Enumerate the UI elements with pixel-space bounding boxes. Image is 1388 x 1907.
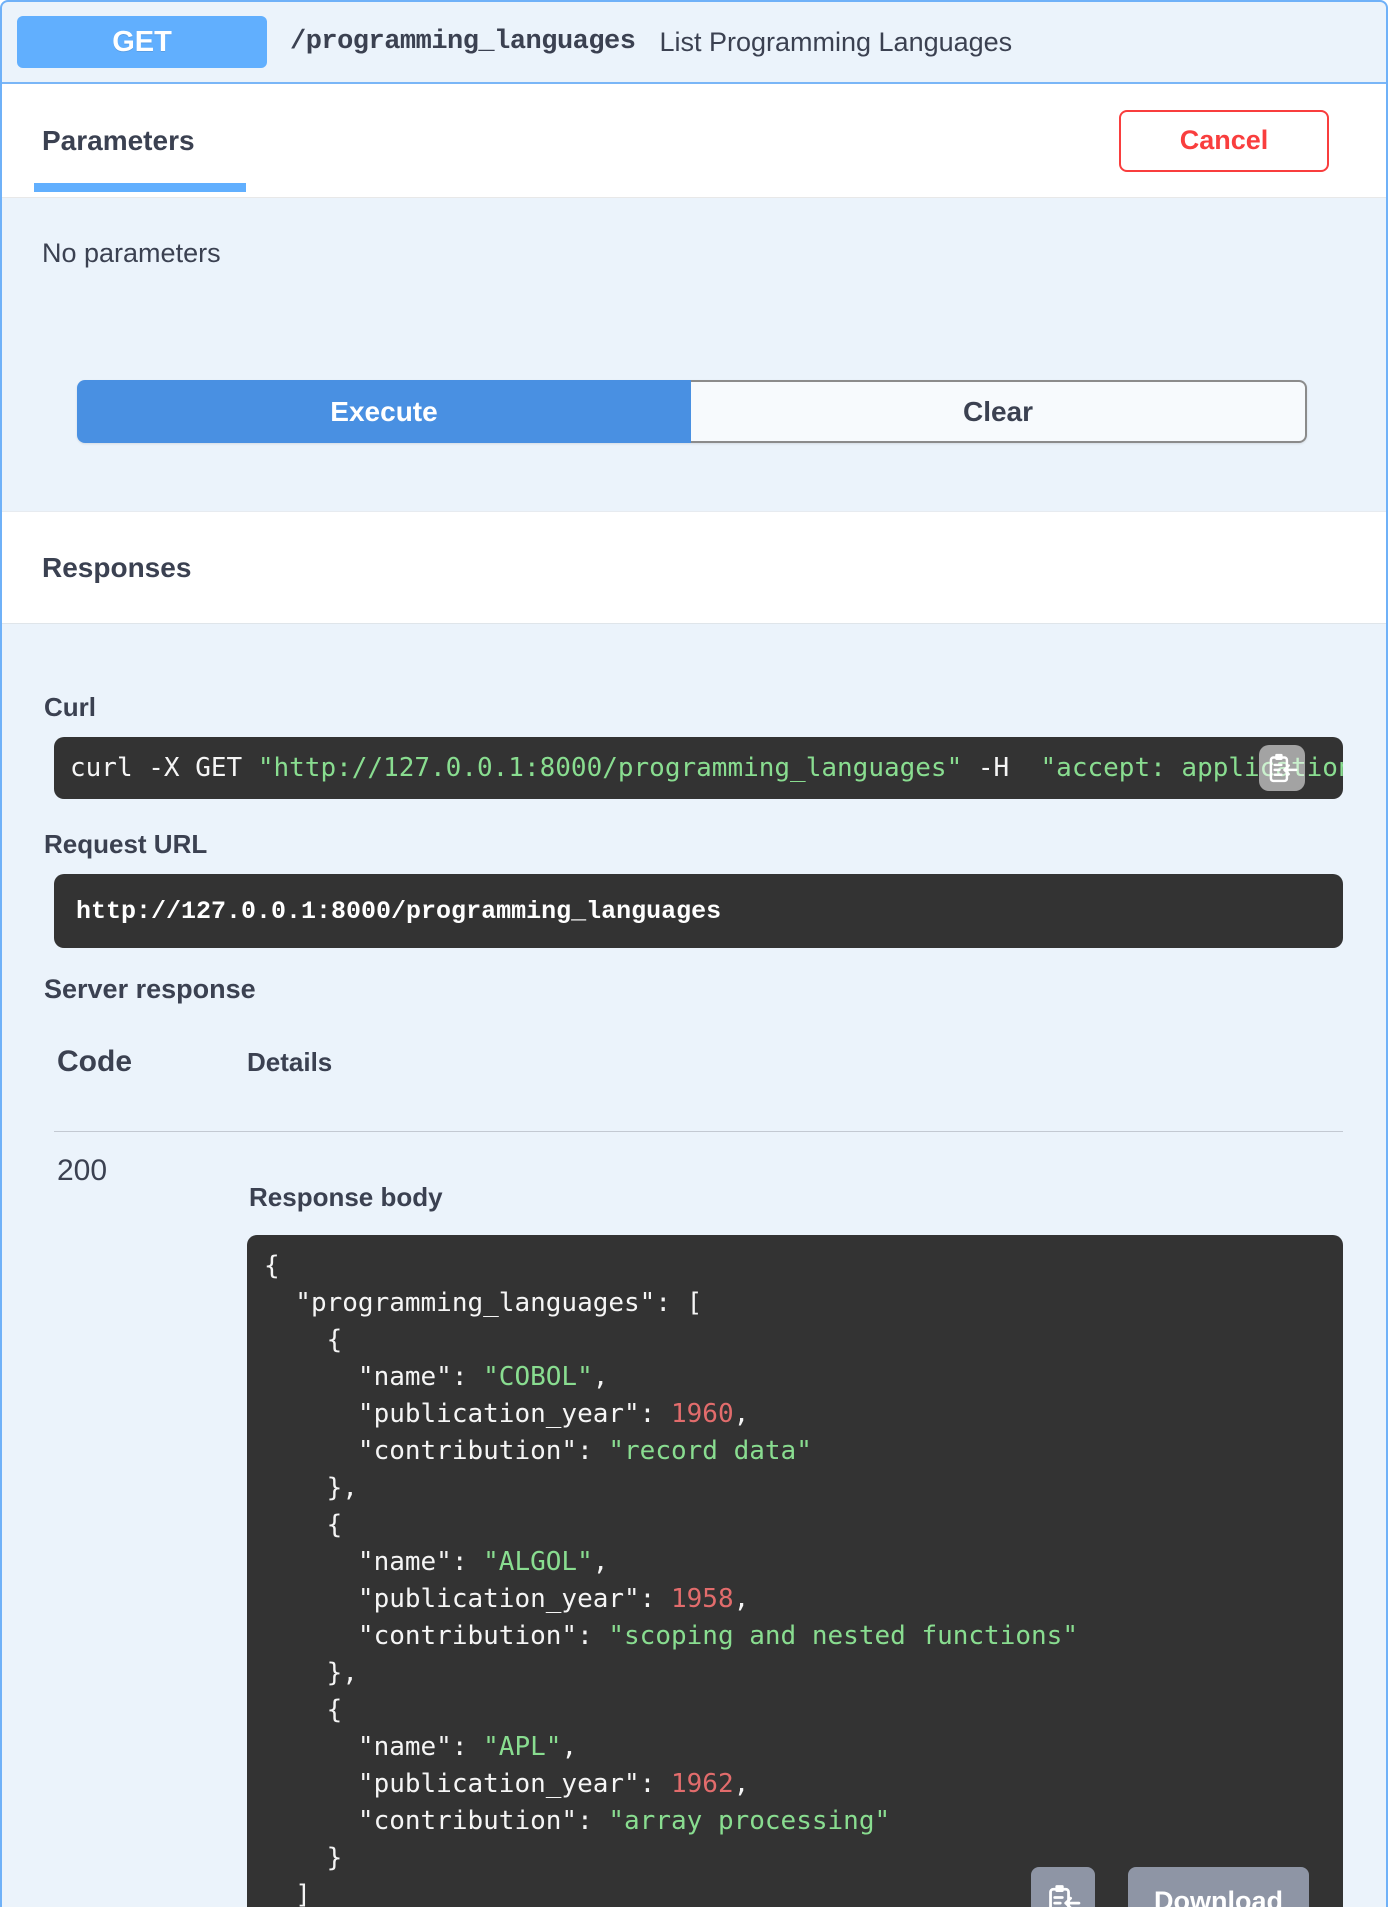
request-url-label: Request URL — [44, 829, 208, 859]
http-method-badge: GET — [17, 16, 267, 68]
parameters-body: No parameters Execute Clear — [2, 198, 1386, 511]
tab-parameters[interactable]: Parameters — [42, 125, 195, 157]
request-url-value: http://127.0.0.1:8000/programming_langua… — [76, 896, 722, 926]
response-body-actions: Download — [1031, 1867, 1309, 1907]
download-button[interactable]: Download — [1128, 1867, 1309, 1907]
parameters-header: Parameters Cancel — [2, 84, 1386, 198]
copy-to-clipboard-button[interactable] — [1031, 1867, 1095, 1907]
server-response-label: Server response — [44, 974, 256, 1004]
curl-command-block: curl -X GET "http://127.0.0.1:8000/progr… — [54, 737, 1343, 799]
curl-command-text[interactable]: curl -X GET "http://127.0.0.1:8000/progr… — [54, 753, 1343, 783]
request-url-block: http://127.0.0.1:8000/programming_langua… — [54, 874, 1343, 948]
execute-button-group: Execute Clear — [77, 380, 1307, 443]
active-tab-underline — [34, 183, 246, 192]
responses-title: Responses — [42, 551, 192, 583]
status-code: 200 — [57, 1154, 108, 1187]
server-response-row: 200 Response body { "programming_languag… — [54, 1154, 1343, 1907]
copy-to-clipboard-button[interactable] — [1259, 745, 1305, 791]
responses-header: Responses — [2, 511, 1386, 624]
operation-panel: GET /programming_languages List Programm… — [0, 0, 1388, 1907]
server-response-table-header: Code Details — [54, 1045, 1343, 1132]
curl-label: Curl — [44, 692, 96, 722]
execute-button[interactable]: Execute — [77, 380, 691, 443]
response-body-label: Response body — [249, 1182, 443, 1212]
response-body-json[interactable]: { "programming_languages": [ { "name": "… — [247, 1235, 1343, 1907]
server-response-table: Code Details 200 Response body { "progra… — [54, 1045, 1343, 1907]
responses-body: Curl curl -X GET "http://127.0.0.1:8000/… — [2, 624, 1386, 1907]
details-column-header: Details — [247, 1047, 333, 1077]
operation-description: List Programming Languages — [659, 26, 1013, 57]
operation-path: /programming_languages — [290, 27, 636, 57]
code-column-header: Code — [57, 1045, 132, 1078]
clear-button[interactable]: Clear — [691, 380, 1307, 443]
copy-to-clipboard-icon — [1269, 753, 1298, 783]
operation-summary[interactable]: GET /programming_languages List Programm… — [2, 2, 1386, 84]
copy-to-clipboard-icon — [1049, 1885, 1081, 1907]
cancel-button[interactable]: Cancel — [1119, 109, 1329, 172]
response-body-block: { "programming_languages": [ { "name": "… — [247, 1235, 1343, 1907]
no-parameters-message: No parameters — [42, 238, 221, 268]
